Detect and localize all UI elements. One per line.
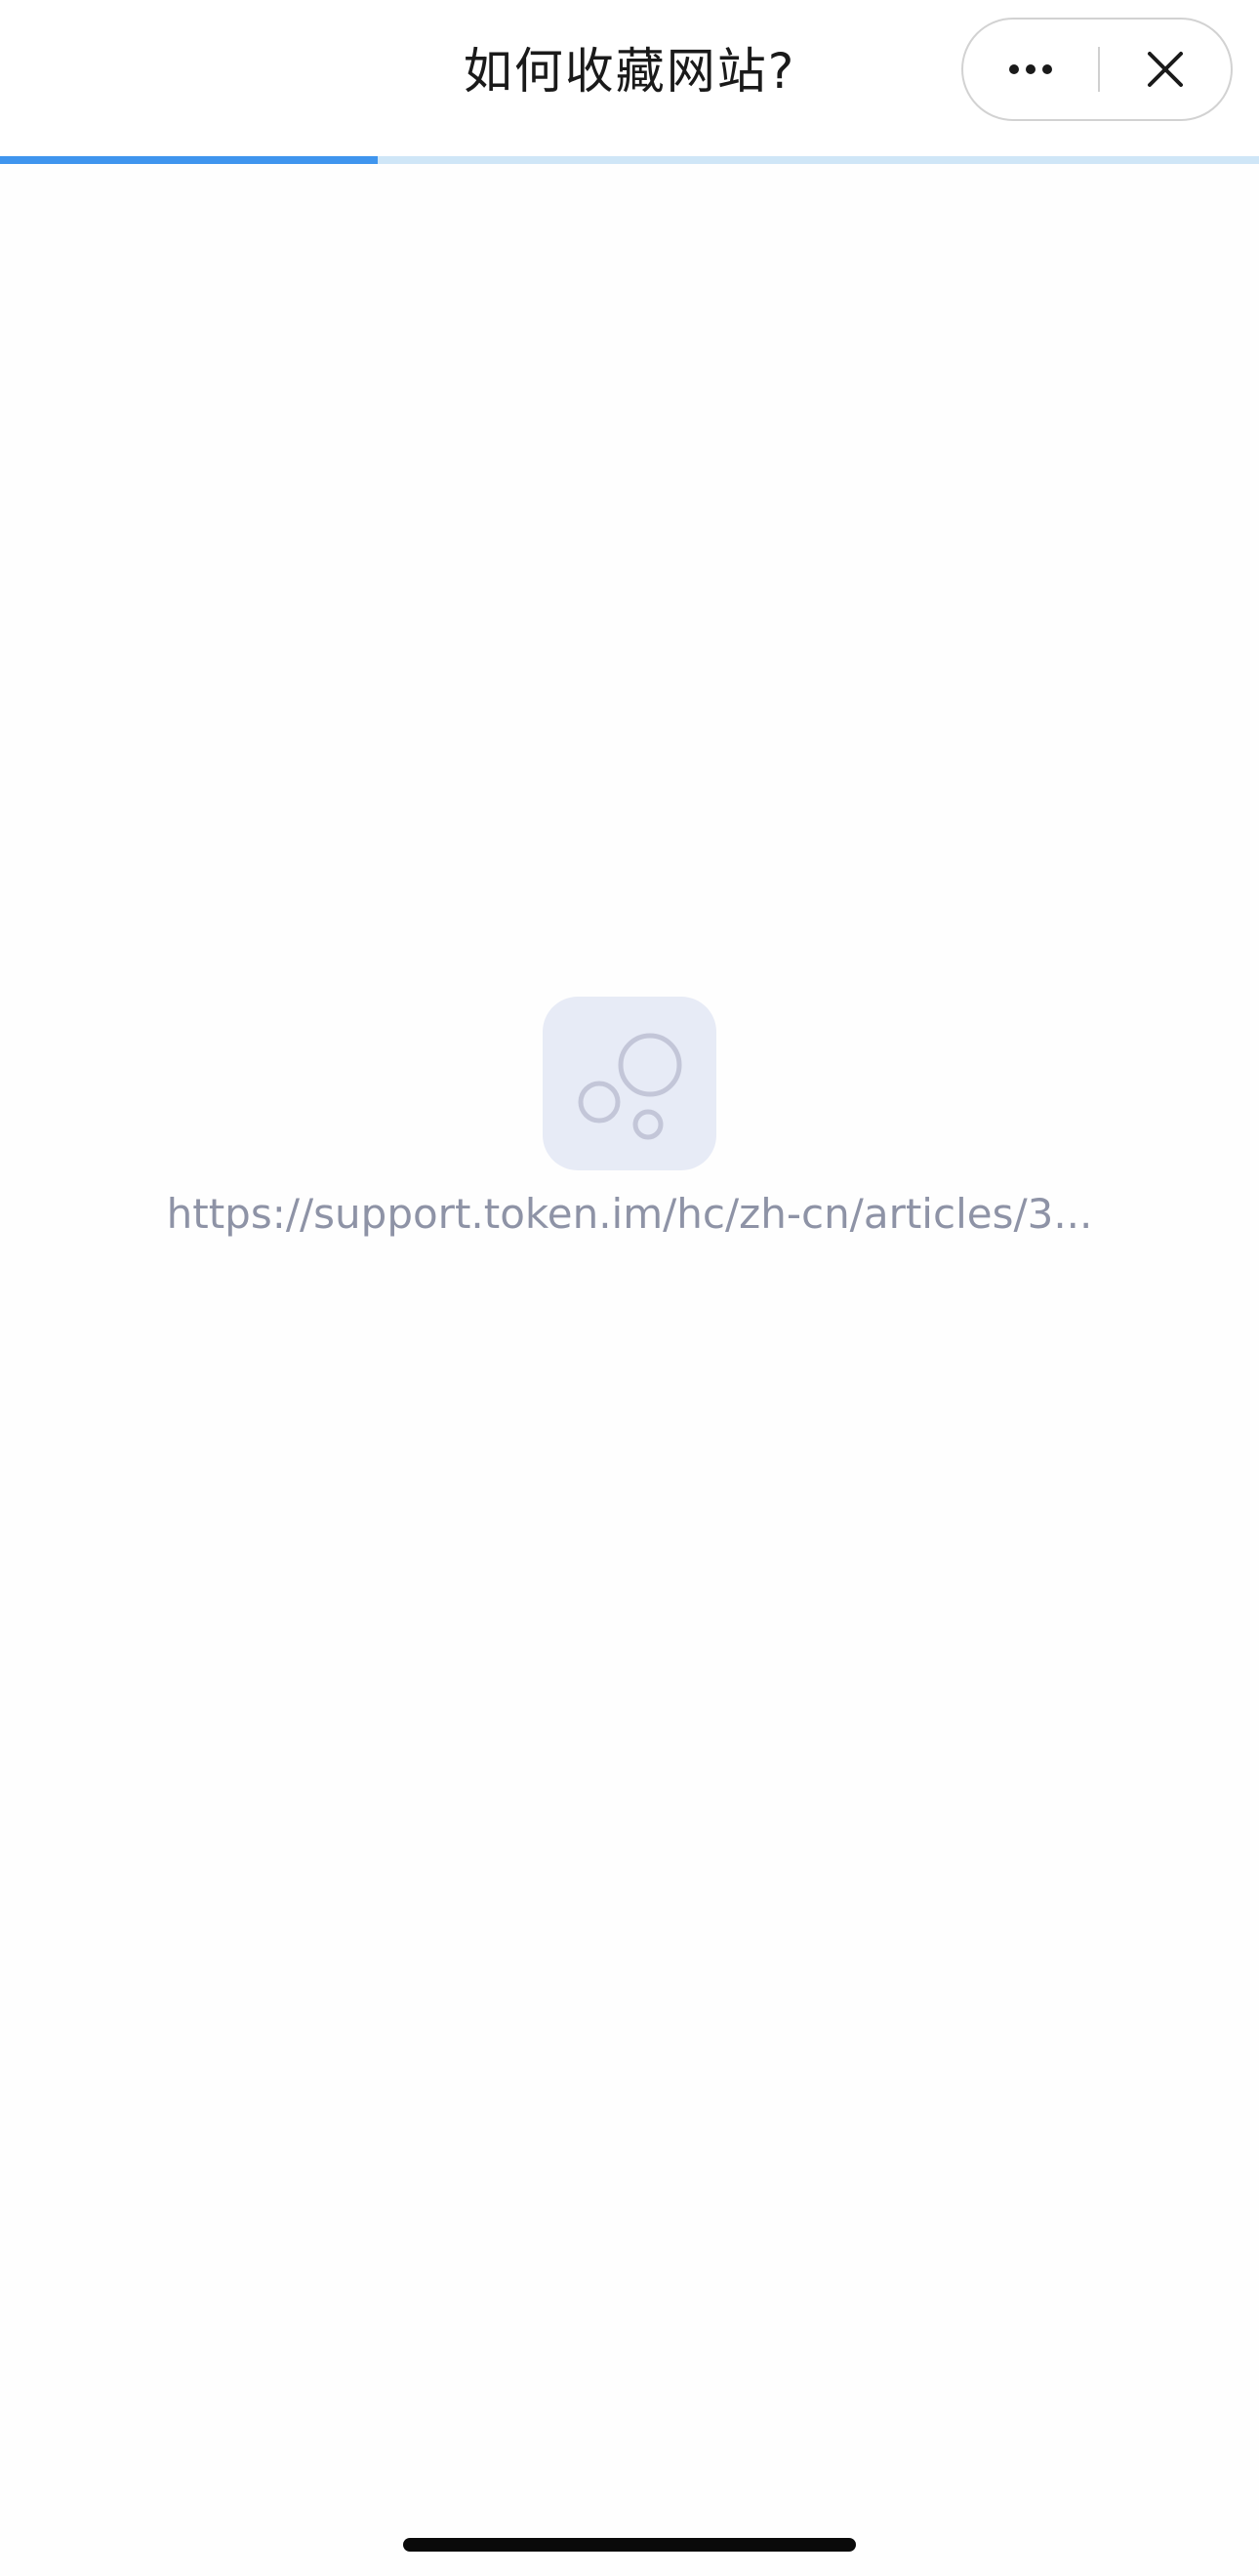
close-icon xyxy=(1148,51,1183,87)
navigation-bar: 如何收藏网站? xyxy=(0,0,1259,156)
home-indicator[interactable] xyxy=(403,2538,856,2552)
webview-page: 如何收藏网站? https://support.token.im/hc/zh-c… xyxy=(0,0,1259,2576)
loading-progress-fill xyxy=(0,156,378,164)
bubbles-placeholder-icon xyxy=(543,997,716,1170)
close-button[interactable] xyxy=(1098,20,1233,118)
more-dots-icon xyxy=(1009,63,1052,74)
mini-program-capsule xyxy=(961,18,1233,121)
more-button[interactable] xyxy=(963,20,1098,118)
loading-progress-bar xyxy=(0,156,1259,164)
loading-url-text: https://support.token.im/hc/zh-cn/articl… xyxy=(166,1190,1093,1238)
